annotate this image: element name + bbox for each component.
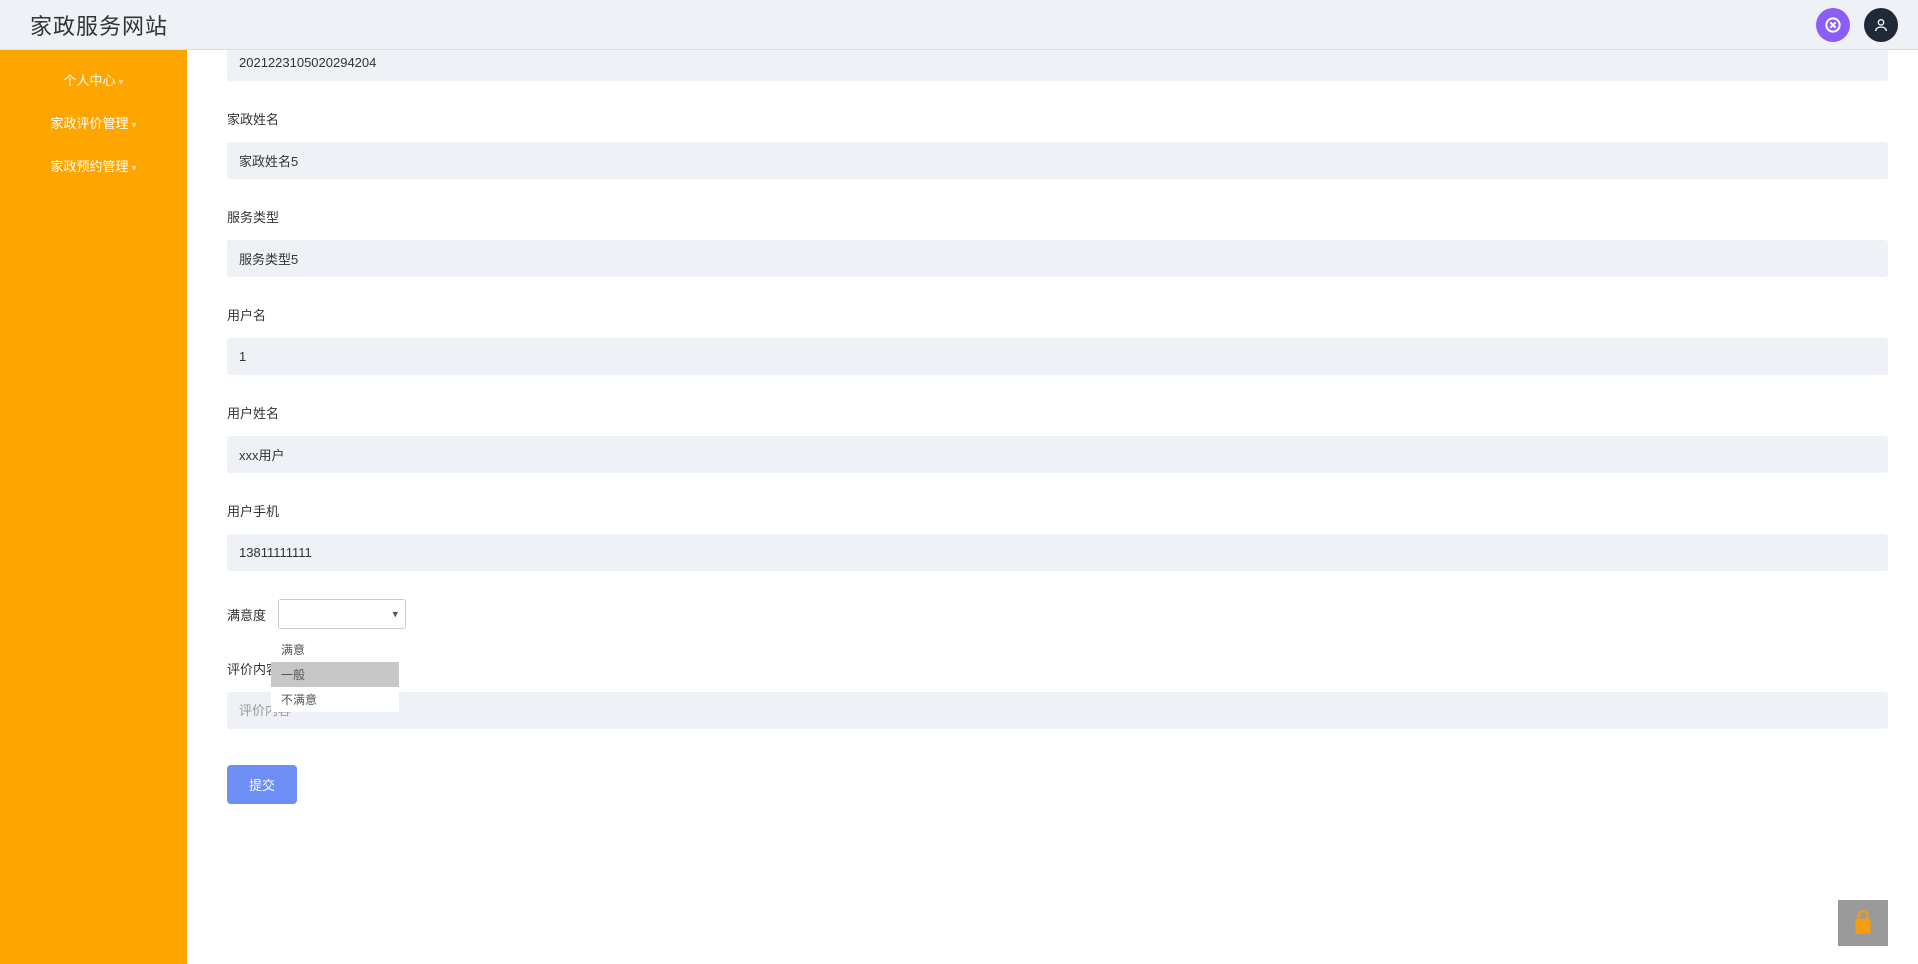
satisfaction-select[interactable] bbox=[278, 599, 406, 629]
sidebar: 个人中心▾ 家政评价管理▾ 家政预约管理▾ bbox=[0, 50, 187, 964]
review-input[interactable] bbox=[227, 692, 1888, 729]
staff-name-label: 家政姓名 bbox=[227, 109, 1888, 128]
user-phone-input[interactable] bbox=[227, 534, 1888, 571]
sidebar-item-profile[interactable]: 个人中心▾ bbox=[0, 58, 187, 101]
sidebar-item-label: 个人中心 bbox=[63, 73, 115, 88]
user-phone-label: 用户手机 bbox=[227, 501, 1888, 520]
satisfaction-option-satisfied[interactable]: 满意 bbox=[271, 637, 399, 662]
service-type-input[interactable] bbox=[227, 240, 1888, 277]
satisfaction-option-average[interactable]: 一般 bbox=[271, 662, 399, 687]
service-type-label: 服务类型 bbox=[227, 207, 1888, 226]
order-no-input[interactable] bbox=[227, 50, 1888, 81]
submit-button[interactable]: 提交 bbox=[227, 765, 297, 804]
chevron-down-icon: ▾ bbox=[131, 120, 136, 131]
header-actions bbox=[1816, 8, 1898, 42]
lock-icon bbox=[1850, 908, 1876, 938]
field-order-no bbox=[227, 50, 1888, 81]
username-input[interactable] bbox=[227, 338, 1888, 375]
close-icon bbox=[1825, 17, 1841, 33]
app-title: 家政服务网站 bbox=[30, 9, 168, 41]
field-satisfaction: 满意度 ▾ bbox=[227, 599, 1888, 629]
satisfaction-label: 满意度 bbox=[227, 605, 266, 624]
field-user-phone: 用户手机 bbox=[227, 501, 1888, 571]
sidebar-item-label: 家政预约管理 bbox=[50, 159, 128, 174]
user-realname-input[interactable] bbox=[227, 436, 1888, 473]
satisfaction-option-unsatisfied[interactable]: 不满意 bbox=[271, 687, 399, 712]
user-realname-label: 用户姓名 bbox=[227, 403, 1888, 422]
header-user-button[interactable] bbox=[1864, 8, 1898, 42]
sidebar-item-review-mgmt[interactable]: 家政评价管理▾ bbox=[0, 101, 187, 144]
satisfaction-select-wrapper: ▾ bbox=[278, 599, 406, 629]
chevron-down-icon: ▾ bbox=[131, 163, 136, 174]
sidebar-item-label: 家政评价管理 bbox=[50, 116, 128, 131]
satisfaction-dropdown[interactable]: 满意 一般 不满意 bbox=[271, 637, 399, 712]
floating-widget[interactable] bbox=[1838, 900, 1888, 946]
review-label: 评价内容 bbox=[227, 659, 1888, 678]
field-user-realname: 用户姓名 bbox=[227, 403, 1888, 473]
field-username: 用户名 bbox=[227, 305, 1888, 375]
staff-name-input[interactable] bbox=[227, 142, 1888, 179]
header-action-close[interactable] bbox=[1816, 8, 1850, 42]
field-service-type: 服务类型 bbox=[227, 207, 1888, 277]
user-icon bbox=[1873, 17, 1889, 33]
field-staff-name: 家政姓名 bbox=[227, 109, 1888, 179]
main-content: 家政姓名 服务类型 用户名 用户姓名 用户手机 满意度 ▾ 评价 bbox=[187, 50, 1918, 964]
username-label: 用户名 bbox=[227, 305, 1888, 324]
field-review: 评价内容 满意 一般 不满意 bbox=[227, 659, 1888, 729]
chevron-down-icon: ▾ bbox=[118, 77, 123, 88]
sidebar-item-booking-mgmt[interactable]: 家政预约管理▾ bbox=[0, 144, 187, 187]
app-header: 家政服务网站 bbox=[0, 0, 1918, 50]
